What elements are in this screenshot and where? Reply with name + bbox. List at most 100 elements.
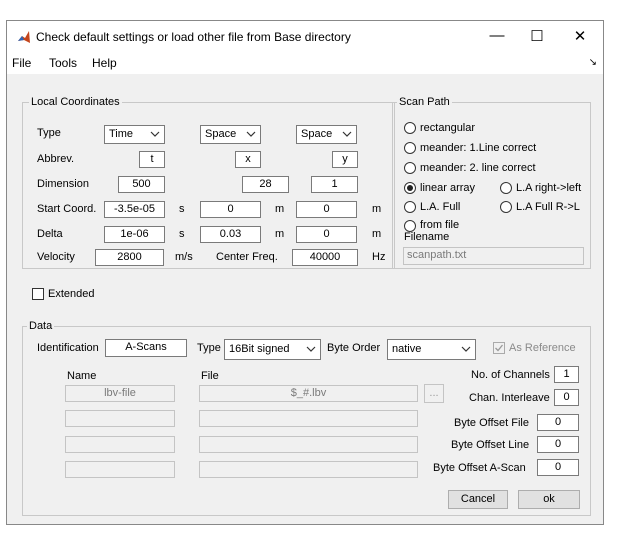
chevron-down-icon (306, 346, 316, 352)
delta-unit-y: m (372, 228, 382, 240)
data-panel: Data Identification A-Scans Type 16Bit s… (22, 320, 591, 516)
velocity-input[interactable]: 2800 (95, 249, 164, 266)
delta-unit-time: s (179, 228, 185, 240)
name-input-4[interactable] (65, 461, 175, 478)
dimension-input-y[interactable]: 1 (311, 176, 358, 193)
byte-order-label: Byte Order (327, 342, 381, 354)
scan-path-legend: Scan Path (397, 96, 452, 108)
velocity-label: Velocity (37, 251, 75, 263)
radio-linear-array[interactable] (404, 182, 416, 194)
dimension-input-time[interactable]: 500 (118, 176, 165, 193)
start-input-x[interactable]: 0 (200, 201, 261, 218)
interleave-input[interactable]: 0 (554, 389, 579, 406)
title-bar: Check default settings or load other fil… (7, 21, 603, 52)
extended-label: Extended (48, 288, 95, 300)
radio-from-file-label: from file (420, 219, 460, 231)
offset-file-label: Byte Offset File (454, 417, 529, 429)
cancel-button[interactable]: Cancel (448, 490, 508, 509)
name-input-3[interactable] (65, 436, 175, 453)
maximize-button[interactable]: ☐ (525, 27, 549, 45)
radio-rectangular-label: rectangular (420, 122, 476, 134)
type-dropdown-time[interactable]: Time (104, 125, 165, 144)
data-type-dropdown[interactable]: 16Bit signed (224, 339, 321, 360)
radio-la-full-label: L.A. Full (420, 201, 461, 213)
chevron-down-icon (246, 131, 256, 137)
radio-rectangular[interactable] (404, 122, 416, 134)
data-legend: Data (27, 320, 55, 332)
local-coordinates-legend: Local Coordinates (29, 96, 122, 108)
identification-label: Identification (37, 342, 99, 354)
center-freq-input[interactable]: 40000 (292, 249, 358, 266)
local-coordinates-panel: Local Coordinates Type Abbrev. Dimension… (22, 96, 395, 269)
identification-input[interactable]: A-Scans (105, 339, 187, 357)
start-unit-time: s (179, 203, 185, 215)
delta-input-x[interactable]: 0.03 (200, 226, 261, 243)
radio-meander-1[interactable] (404, 142, 416, 154)
extended-checkbox[interactable] (32, 288, 44, 300)
ok-button[interactable]: ok (518, 490, 580, 509)
file-input-4[interactable] (199, 461, 418, 478)
as-reference-label: As Reference (509, 342, 576, 354)
type-data-label: Type (197, 342, 221, 354)
radio-meander-2[interactable] (404, 162, 416, 174)
radio-la-right-left[interactable] (500, 182, 512, 194)
radio-la-right-left-label: L.A right->left (516, 182, 582, 194)
offset-ascan-input[interactable]: 0 (537, 459, 579, 476)
abbrev-input-time[interactable]: t (139, 151, 165, 168)
dock-icon[interactable]: ↘ (589, 57, 597, 68)
menu-help[interactable]: Help (92, 56, 117, 70)
start-unit-x: m (275, 203, 285, 215)
close-button[interactable]: ✕ (568, 27, 592, 45)
interleave-label: Chan. Interleave (469, 392, 550, 404)
name-input-2[interactable] (65, 410, 175, 427)
file-input-3[interactable] (199, 436, 418, 453)
radio-la-full-rl-label: L.A Full R->L (516, 201, 580, 213)
channels-label: No. of Channels (471, 369, 550, 381)
scan-path-panel: Scan Path rectangular meander: 1.Line co… (392, 96, 591, 269)
file-column-header: File (201, 370, 219, 382)
radio-linear-array-label: linear array (420, 182, 476, 194)
byte-order-dropdown[interactable]: native (387, 339, 476, 360)
file-input-1[interactable]: $_#.lbv (199, 385, 418, 402)
file-input-2[interactable] (199, 410, 418, 427)
delta-input-y[interactable]: 0 (296, 226, 357, 243)
name-input-1[interactable]: lbv-file (65, 385, 175, 402)
center-freq-label: Center Freq. (216, 251, 278, 263)
radio-la-full-rl[interactable] (500, 201, 512, 213)
channels-input[interactable]: 1 (554, 366, 579, 383)
offset-line-label: Byte Offset Line (451, 439, 530, 451)
start-input-time[interactable]: -3.5e-05 (104, 201, 165, 218)
matlab-logo-icon (18, 31, 30, 43)
dimension-input-x[interactable]: 28 (242, 176, 289, 193)
start-coord-label: Start Coord. (37, 203, 97, 215)
dialog-window: Check default settings or load other fil… (6, 20, 604, 525)
menu-bar: File Tools Help ↘ (7, 52, 603, 74)
filename-input[interactable]: scanpath.txt (403, 247, 584, 265)
menu-tools[interactable]: Tools (49, 56, 77, 70)
type-dropdown-y[interactable]: Space (296, 125, 357, 144)
type-dropdown-x[interactable]: Space (200, 125, 261, 144)
delta-label: Delta (37, 228, 63, 240)
type-label: Type (37, 127, 61, 139)
filename-label: Filename (404, 231, 450, 243)
radio-meander-2-label: meander: 2. line correct (420, 162, 536, 174)
offset-file-input[interactable]: 0 (537, 414, 579, 431)
name-column-header: Name (67, 370, 97, 382)
menu-file[interactable]: File (12, 56, 31, 70)
start-unit-y: m (372, 203, 382, 215)
abbrev-input-y[interactable]: y (332, 151, 358, 168)
abbrev-input-x[interactable]: x (235, 151, 261, 168)
as-reference-checkbox[interactable] (493, 342, 505, 354)
chevron-down-icon (461, 346, 471, 352)
offset-line-input[interactable]: 0 (537, 436, 579, 453)
dimension-label: Dimension (37, 178, 89, 190)
velocity-unit: m/s (175, 251, 193, 263)
delta-input-time[interactable]: 1e-06 (104, 226, 165, 243)
radio-meander-1-label: meander: 1.Line correct (420, 142, 537, 154)
chevron-down-icon (342, 131, 352, 137)
start-input-y[interactable]: 0 (296, 201, 357, 218)
minimize-button[interactable]: — (485, 27, 509, 44)
radio-la-full[interactable] (404, 201, 416, 213)
freq-unit: Hz (372, 251, 386, 263)
browse-button[interactable]: ... (424, 384, 444, 403)
